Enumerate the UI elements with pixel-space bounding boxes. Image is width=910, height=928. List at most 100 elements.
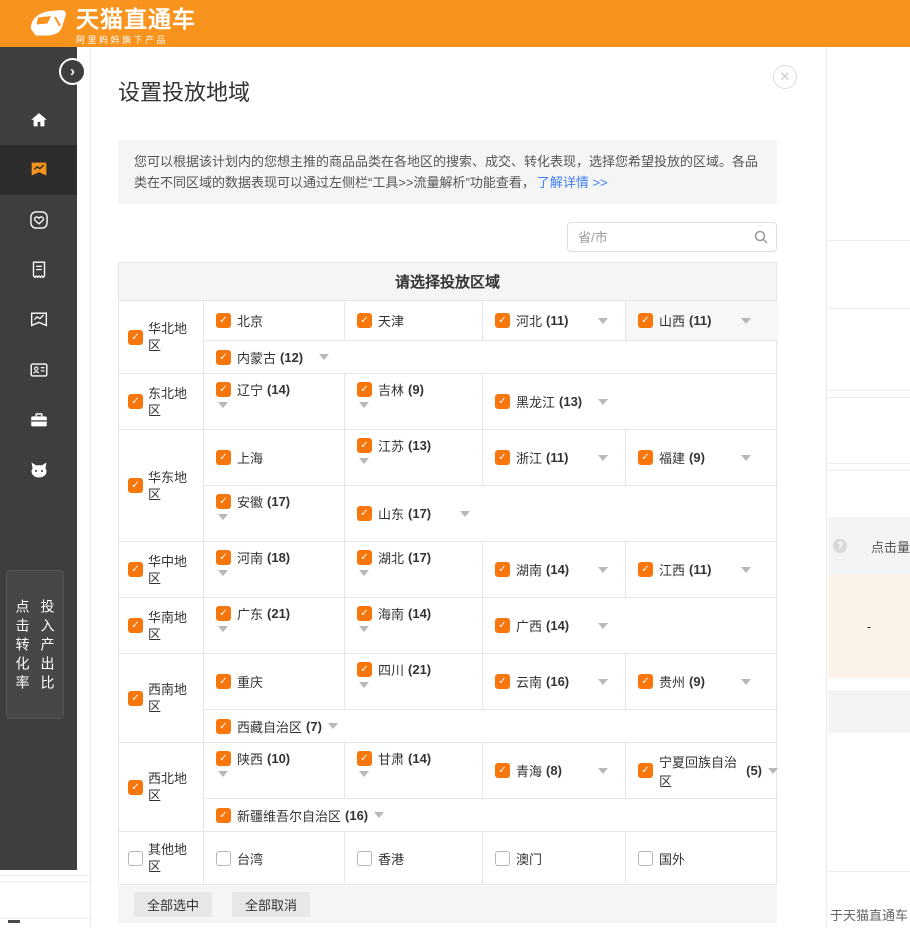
checkbox[interactable]: ✓ [357,438,372,453]
checkbox[interactable]: ✓ [128,618,143,633]
region-group-cell[interactable]: ✓东北地区 [119,374,204,429]
sidebar-item-tools[interactable] [0,395,77,445]
chevron-down-icon[interactable] [741,455,751,461]
checkbox[interactable]: ✓ [638,450,653,465]
checkbox[interactable]: ✓ [357,662,372,677]
province-cell[interactable]: ✓广东(21) [204,598,345,653]
province-cell[interactable]: ✓江苏(13) [345,430,483,485]
province-cell[interactable]: ✓吉林(9) [345,374,483,429]
checkbox[interactable]: ✓ [216,550,231,565]
checkbox[interactable]: ✓ [216,751,231,766]
checkbox[interactable]: ✓ [638,763,653,778]
checkbox[interactable]: ✓ [128,562,143,577]
checkbox[interactable]: ✓ [638,562,653,577]
checkbox[interactable]: ✓ [216,674,231,689]
chevron-down-icon[interactable] [359,682,369,703]
checkbox[interactable]: ✓ [357,751,372,766]
chevron-down-icon[interactable] [218,402,228,423]
province-cell[interactable]: ✓宁夏回族自治区(5) [626,743,778,798]
province-cell[interactable]: 香港 [345,832,483,884]
close-icon[interactable]: ✕ [773,65,797,89]
search-icon[interactable] [753,229,769,250]
checkbox[interactable] [495,851,510,866]
checkbox[interactable]: ✓ [638,313,653,328]
checkbox[interactable]: ✓ [495,313,510,328]
chevron-down-icon[interactable] [598,318,608,324]
checkbox[interactable]: ✓ [128,691,143,706]
chevron-down-icon[interactable] [218,570,228,591]
checkbox[interactable]: ✓ [495,450,510,465]
sidebar-metrics-panel[interactable]: 点击转化率 投入产出比 [6,570,64,719]
chevron-down-icon[interactable] [359,402,369,423]
sidebar-item-orders[interactable] [0,245,77,295]
chevron-down-icon[interactable] [218,626,228,647]
province-cell[interactable]: ✓广西(14) [483,598,778,653]
province-cell[interactable]: ✓重庆 [204,654,345,709]
checkbox[interactable]: ✓ [128,330,143,345]
sidebar-item-account[interactable] [0,345,77,395]
checkbox[interactable]: ✓ [216,450,231,465]
chevron-down-icon[interactable] [598,567,608,573]
checkbox[interactable]: ✓ [357,606,372,621]
select-all-button[interactable]: 全部选中 [134,892,212,917]
province-cell[interactable]: ✓安徽(17) [204,486,345,541]
province-cell[interactable]: ✓贵州(9) [626,654,778,709]
checkbox[interactable]: ✓ [495,562,510,577]
province-cell[interactable]: ✓青海(8) [483,743,626,798]
checkbox[interactable]: ✓ [128,780,143,795]
region-group-cell[interactable]: ✓华中地区 [119,542,204,597]
chevron-down-icon[interactable] [741,318,751,324]
sidebar-item-mascot[interactable] [0,445,77,495]
checkbox[interactable]: ✓ [128,478,143,493]
region-group-cell[interactable]: 其他地区 [119,832,204,884]
province-cell[interactable]: ✓江西(11) [626,542,778,597]
chevron-down-icon[interactable] [359,458,369,479]
province-cell[interactable]: 国外 [626,832,778,884]
province-cell[interactable]: ✓河北(11) [483,301,626,340]
province-cell[interactable]: ✓浙江(11) [483,430,626,485]
checkbox[interactable]: ✓ [216,494,231,509]
checkbox[interactable]: ✓ [495,618,510,633]
chevron-down-icon[interactable] [741,567,751,573]
province-cell[interactable]: ✓辽宁(14) [204,374,345,429]
chevron-down-icon[interactable] [319,354,329,360]
checkbox[interactable] [128,851,143,866]
chevron-down-icon[interactable] [460,511,470,517]
checkbox[interactable]: ✓ [357,506,372,521]
region-group-cell[interactable]: ✓西南地区 [119,654,204,742]
chevron-down-icon[interactable] [598,768,608,774]
checkbox[interactable]: ✓ [495,763,510,778]
province-cell[interactable]: ✓山西(11) [626,301,778,340]
chevron-down-icon[interactable] [598,623,608,629]
checkbox[interactable]: ✓ [357,382,372,397]
checkbox[interactable]: ✓ [495,394,510,409]
sidebar-item-campaign[interactable] [0,145,77,195]
checkbox[interactable]: ✓ [357,313,372,328]
province-cell[interactable]: ✓新疆维吾尔自治区(16) [204,799,778,831]
province-cell[interactable]: ✓甘肃(14) [345,743,483,798]
checkbox[interactable]: ✓ [216,606,231,621]
checkbox[interactable] [638,851,653,866]
region-group-cell[interactable]: ✓华南地区 [119,598,204,653]
checkbox[interactable]: ✓ [128,394,143,409]
province-cell[interactable]: ✓河南(18) [204,542,345,597]
checkbox[interactable]: ✓ [216,808,231,823]
search-input[interactable] [567,222,777,252]
chevron-down-icon[interactable] [359,570,369,591]
province-cell[interactable]: ✓黑龙江(13) [483,374,778,429]
chevron-down-icon[interactable] [359,626,369,647]
chevron-down-icon[interactable] [328,723,338,729]
province-cell[interactable]: ✓福建(9) [626,430,778,485]
checkbox[interactable]: ✓ [495,674,510,689]
checkbox[interactable]: ✓ [216,719,231,734]
province-cell[interactable]: ✓天津 [345,301,483,340]
checkbox[interactable]: ✓ [216,382,231,397]
sidebar-item-home[interactable] [0,95,77,145]
checkbox[interactable]: ✓ [216,313,231,328]
checkbox[interactable]: ✓ [357,550,372,565]
province-cell[interactable]: ✓内蒙古(12) [204,341,778,373]
chevron-down-icon[interactable] [598,399,608,405]
province-cell[interactable]: ✓北京 [204,301,345,340]
province-cell[interactable]: ✓陕西(10) [204,743,345,798]
province-cell[interactable]: ✓湖南(14) [483,542,626,597]
